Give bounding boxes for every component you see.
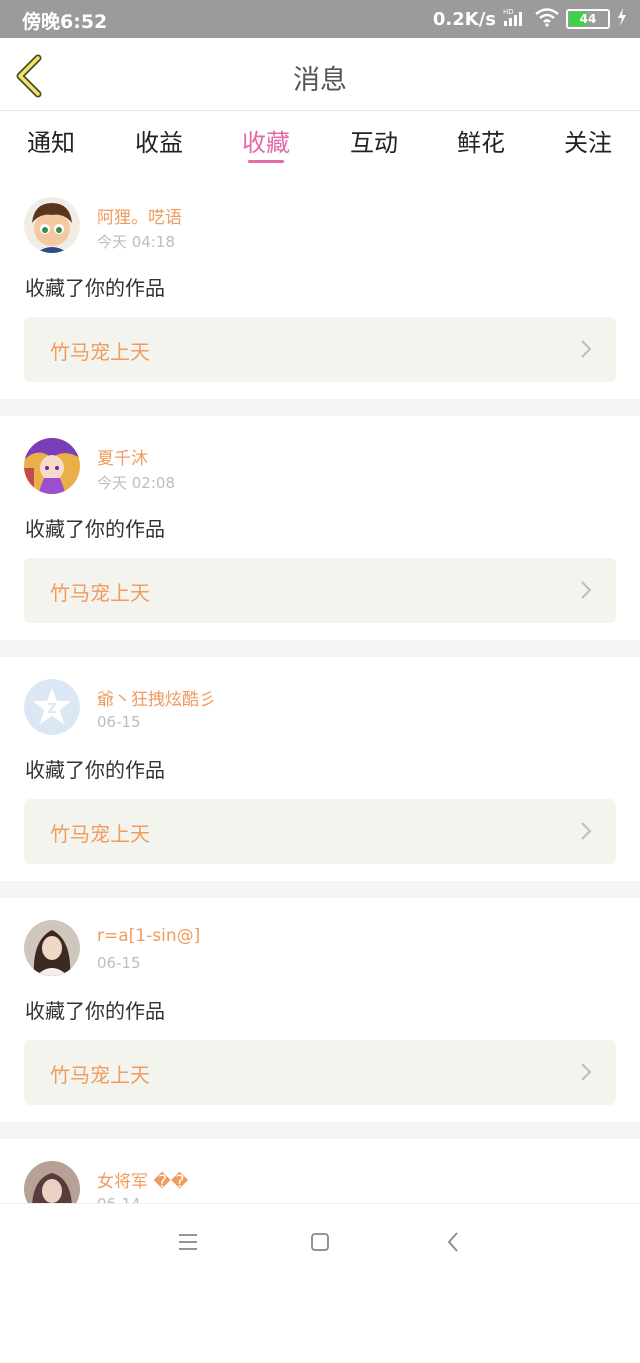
message-time: 06-15 [97, 713, 141, 731]
work-link[interactable]: 竹马宠上天 [24, 558, 616, 623]
home-square-icon[interactable] [308, 1230, 332, 1254]
divider [0, 1122, 640, 1139]
tab-bar: 通知 收益 收藏 互动 鲜花 关注 [0, 111, 640, 167]
work-title: 竹马宠上天 [50, 581, 150, 605]
page-title: 消息 [293, 65, 347, 96]
menu-icon[interactable] [176, 1230, 200, 1254]
avatar[interactable] [24, 197, 80, 253]
message-text: 收藏了你的作品 [25, 758, 165, 782]
user-name[interactable]: 女将军 �� [97, 1167, 188, 1192]
message-text: 收藏了你的作品 [25, 276, 165, 300]
message-time: 今天 02:08 [97, 474, 175, 492]
status-icons: 0.2K/s HD 44 [433, 7, 628, 31]
message-time: 06-15 [97, 954, 141, 972]
user-name[interactable]: r=a[1-sin@] [97, 926, 200, 946]
hd-signal-icon: HD [502, 7, 528, 31]
avatar[interactable] [24, 438, 80, 494]
work-link[interactable]: 竹马宠上天 [24, 317, 616, 382]
charging-icon [616, 7, 628, 31]
default-avatar-icon[interactable]: Z [24, 679, 80, 735]
message-time: 今天 04:18 [97, 233, 175, 251]
tab-favorites[interactable]: 收藏 [226, 123, 306, 158]
system-nav-bar [0, 1203, 640, 1281]
network-speed: 0.2K/s [432, 8, 496, 30]
chevron-right-icon [581, 822, 592, 840]
work-title: 竹马宠上天 [50, 822, 150, 846]
user-name[interactable]: 爺丶狂拽炫酷彡 [97, 685, 216, 710]
divider [0, 881, 640, 898]
svg-text:HD: HD [503, 8, 514, 16]
list-item: Z 爺丶狂拽炫酷彡 06-15 收藏了你的作品 竹马宠上天 [0, 657, 640, 881]
divider [0, 640, 640, 657]
chevron-right-icon [581, 1063, 592, 1081]
battery-level: 44 [579, 12, 597, 26]
message-list: 阿狸。呓语 今天 04:18 收藏了你的作品 竹马宠上天 夏千沐 今天 02:0… [0, 175, 640, 1363]
work-link[interactable]: 竹马宠上天 [24, 1040, 616, 1105]
divider [0, 399, 640, 416]
back-triangle-icon[interactable] [442, 1230, 466, 1254]
avatar[interactable] [24, 920, 80, 976]
wifi-icon [534, 7, 560, 31]
status-time: 傍晚6:52 [22, 11, 108, 33]
work-title: 竹马宠上天 [50, 340, 150, 364]
tab-follows[interactable]: 关注 [548, 123, 628, 158]
tab-notifications[interactable]: 通知 [11, 123, 91, 158]
chevron-right-icon [581, 581, 592, 599]
work-link[interactable]: 竹马宠上天 [24, 799, 616, 864]
app-header: 消息 [0, 38, 640, 111]
active-tab-indicator [248, 160, 284, 163]
status-bar: 傍晚6:52 0.2K/s HD 44 [0, 0, 640, 38]
message-text: 收藏了你的作品 [25, 999, 165, 1023]
user-name[interactable]: 夏千沐 [97, 444, 148, 469]
svg-text:Z: Z [47, 702, 56, 717]
chevron-right-icon [581, 340, 592, 358]
battery-icon: 44 [566, 9, 610, 29]
message-text: 收藏了你的作品 [25, 517, 165, 541]
tab-earnings[interactable]: 收益 [119, 123, 199, 158]
tab-flowers[interactable]: 鲜花 [441, 123, 521, 158]
work-title: 竹马宠上天 [50, 1063, 150, 1087]
list-item: r=a[1-sin@] 06-15 收藏了你的作品 竹马宠上天 [0, 898, 640, 1122]
list-item: 阿狸。呓语 今天 04:18 收藏了你的作品 竹马宠上天 [0, 175, 640, 399]
user-name[interactable]: 阿狸。呓语 [97, 203, 182, 228]
list-item: 夏千沐 今天 02:08 收藏了你的作品 竹马宠上天 [0, 416, 640, 640]
tab-interactions[interactable]: 互动 [334, 123, 414, 158]
